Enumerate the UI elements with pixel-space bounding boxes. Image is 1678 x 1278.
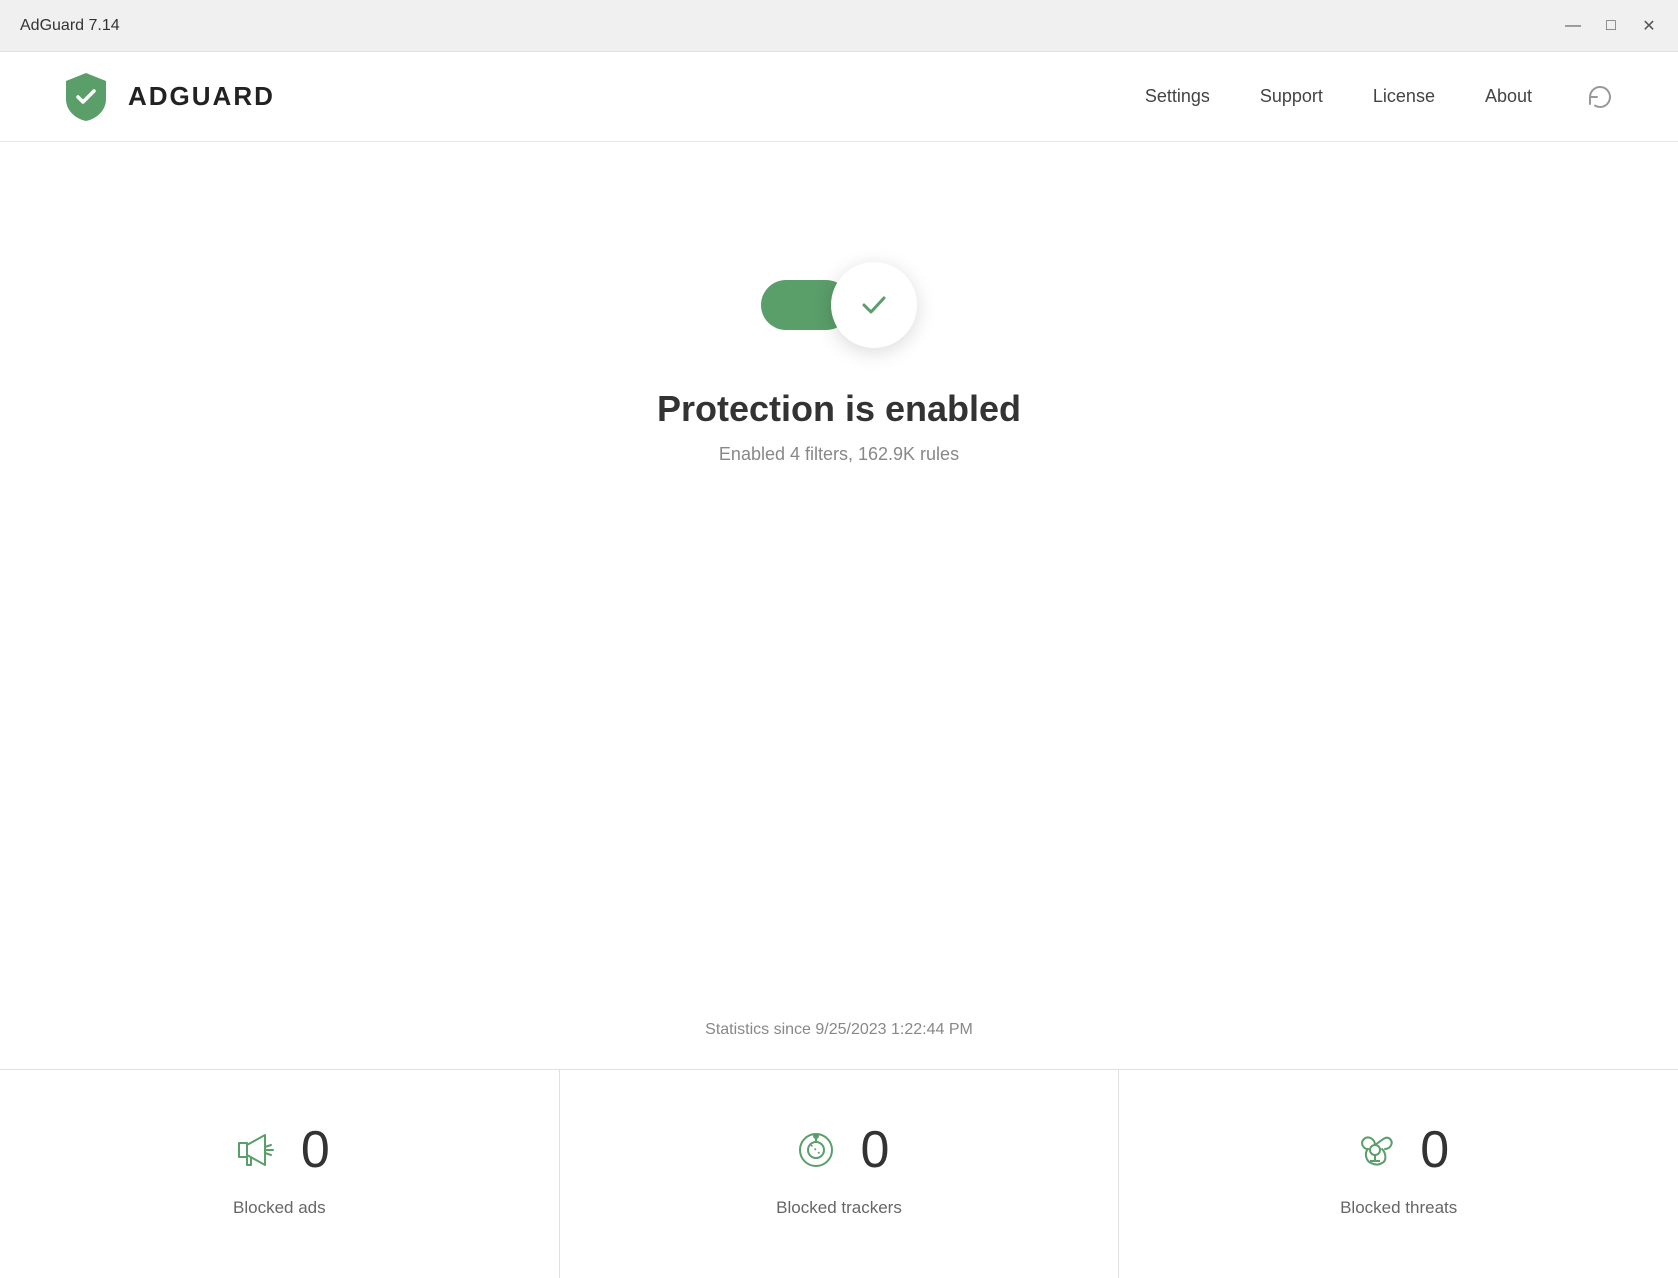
stat-card-threats: 0 Blocked threats xyxy=(1119,1070,1678,1278)
maximize-button[interactable]: □ xyxy=(1602,17,1620,35)
nav-settings[interactable]: Settings xyxy=(1145,86,1210,107)
stat-top-threats: 0 xyxy=(1348,1120,1449,1180)
nav-about[interactable]: About xyxy=(1485,86,1532,107)
header: ADGUARD Settings Support License About xyxy=(0,52,1678,142)
window-controls: — □ ✕ xyxy=(1564,17,1658,35)
stat-card-trackers: 0 Blocked trackers xyxy=(560,1070,1120,1278)
refresh-button[interactable] xyxy=(1582,79,1618,115)
blocked-threats-count: 0 xyxy=(1420,1120,1449,1180)
logo-text: ADGUARD xyxy=(128,81,275,112)
refresh-icon xyxy=(1585,82,1615,112)
logo-area: ADGUARD xyxy=(60,71,275,123)
nav-area: Settings Support License About xyxy=(1145,79,1618,115)
checkmark-icon xyxy=(856,287,892,323)
blocked-trackers-count: 0 xyxy=(861,1120,890,1180)
stat-top-trackers: 0 xyxy=(789,1120,890,1180)
statistics-section: Statistics since 9/25/2023 1:22:44 PM 0 … xyxy=(0,993,1678,1278)
app-title: AdGuard 7.14 xyxy=(20,17,120,35)
close-button[interactable]: ✕ xyxy=(1640,17,1658,35)
stat-top-ads: 0 xyxy=(229,1120,330,1180)
nav-support[interactable]: Support xyxy=(1260,86,1323,107)
blocked-ads-count: 0 xyxy=(301,1120,330,1180)
nav-license[interactable]: License xyxy=(1373,86,1435,107)
blocked-trackers-label: Blocked trackers xyxy=(776,1198,902,1218)
blocked-ads-label: Blocked ads xyxy=(233,1198,326,1218)
main-content: Protection is enabled Enabled 4 filters,… xyxy=(0,142,1678,465)
blocked-ads-icon xyxy=(229,1123,283,1177)
protection-status-title: Protection is enabled xyxy=(657,388,1021,430)
title-bar: AdGuard 7.14 — □ ✕ xyxy=(0,0,1678,52)
stats-since-label: Statistics since 9/25/2023 1:22:44 PM xyxy=(0,993,1678,1069)
protection-status-subtitle: Enabled 4 filters, 162.9K rules xyxy=(719,444,959,465)
blocked-trackers-icon xyxy=(789,1123,843,1177)
adguard-logo-icon xyxy=(60,71,112,123)
toggle-knob[interactable] xyxy=(831,262,917,348)
blocked-threats-icon xyxy=(1348,1123,1402,1177)
blocked-threats-label: Blocked threats xyxy=(1340,1198,1457,1218)
stats-cards: 0 Blocked ads 0 Blocked trackers xyxy=(0,1069,1678,1278)
stat-card-ads: 0 Blocked ads xyxy=(0,1070,560,1278)
protection-toggle-wrapper[interactable] xyxy=(761,262,917,348)
minimize-button[interactable]: — xyxy=(1564,17,1582,35)
